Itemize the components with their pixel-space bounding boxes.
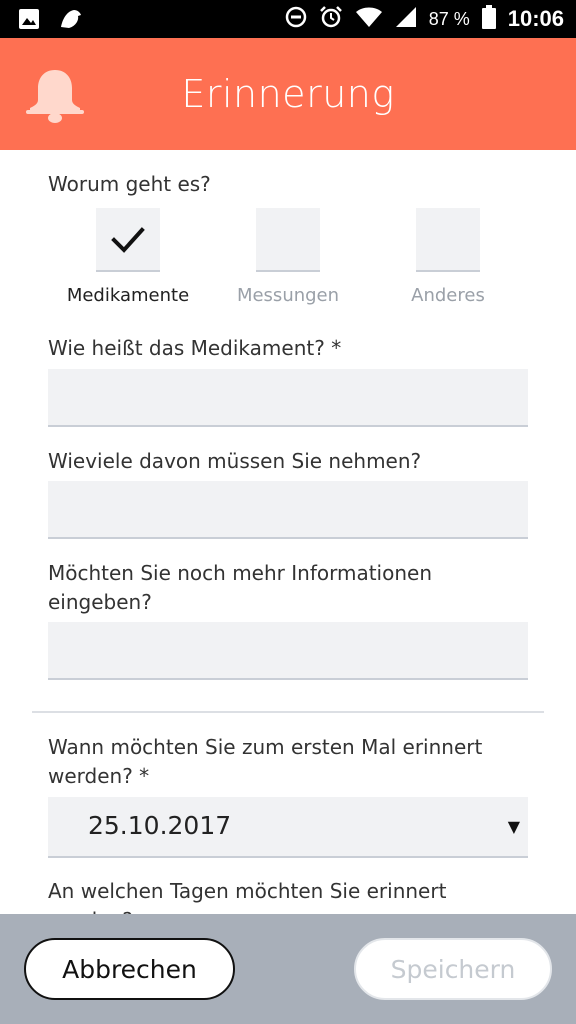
category-question: Worum geht es? — [48, 172, 211, 196]
medication-name-input[interactable] — [48, 369, 528, 427]
battery-percent: 87 % — [428, 8, 470, 29]
option-label: Anderes — [411, 285, 485, 306]
first-reminder-label-line1: Wann möchten Sie zum ersten Mal erinnert — [48, 735, 483, 759]
option-medikamente[interactable]: Medikamente — [48, 208, 208, 306]
checkmark-icon — [111, 227, 145, 253]
action-bar: Abbrechen Speichern — [0, 914, 576, 1024]
selected-date: 25.10.2017 — [88, 811, 232, 840]
wifi-icon — [355, 6, 383, 33]
dropdown-arrow-icon: ▼ — [507, 817, 520, 836]
quantity-input[interactable] — [48, 481, 528, 539]
status-bar: 87 % 10:06 — [0, 0, 576, 38]
signal-icon — [395, 6, 417, 33]
medikamente-checkbox[interactable] — [96, 208, 160, 272]
days-label: An welchen Tagen möchten Sie erinnert we… — [48, 877, 528, 914]
first-reminder-label-line2: werden? * — [48, 764, 150, 788]
save-button[interactable]: Speichern — [354, 938, 552, 1000]
first-reminder-label: Wann möchten Sie zum ersten Mal erinnert… — [48, 733, 528, 791]
option-label: Medikamente — [66, 285, 190, 306]
clock: 10:06 — [507, 6, 564, 31]
battery-icon — [481, 4, 496, 34]
option-label: Messungen — [236, 285, 340, 306]
more-info-label-line1: Möchten Sie noch mehr Informationen — [48, 561, 432, 585]
option-messungen[interactable]: Messungen — [208, 208, 368, 306]
more-info-label-line2: eingeben? — [48, 590, 152, 614]
days-label-line1: An welchen Tagen möchten Sie erinnert — [48, 879, 447, 903]
app-header: Erinnerung — [0, 38, 576, 150]
dnd-icon — [285, 6, 307, 33]
page-title: Erinnerung — [181, 72, 395, 116]
image-icon — [18, 8, 40, 34]
anderes-checkbox[interactable] — [416, 208, 480, 272]
option-anderes[interactable]: Anderes — [368, 208, 528, 306]
quantity-label: Wieviele davon müssen Sie nehmen? — [48, 449, 422, 473]
section-divider — [32, 711, 544, 713]
messungen-checkbox[interactable] — [256, 208, 320, 272]
cancel-button[interactable]: Abbrechen — [24, 938, 235, 1000]
form-content[interactable]: Worum geht es? Medikamente Messungen And… — [0, 150, 576, 914]
bird-icon — [58, 7, 84, 35]
alarm-icon — [319, 5, 343, 34]
more-info-input[interactable] — [48, 622, 528, 680]
days-label-line2: werden? — [48, 906, 528, 914]
medication-name-label: Wie heißt das Medikament? * — [48, 336, 342, 360]
first-reminder-date-select[interactable]: 25.10.2017 ▼ — [48, 797, 528, 858]
more-info-label: Möchten Sie noch mehr Informationen eing… — [48, 559, 528, 617]
